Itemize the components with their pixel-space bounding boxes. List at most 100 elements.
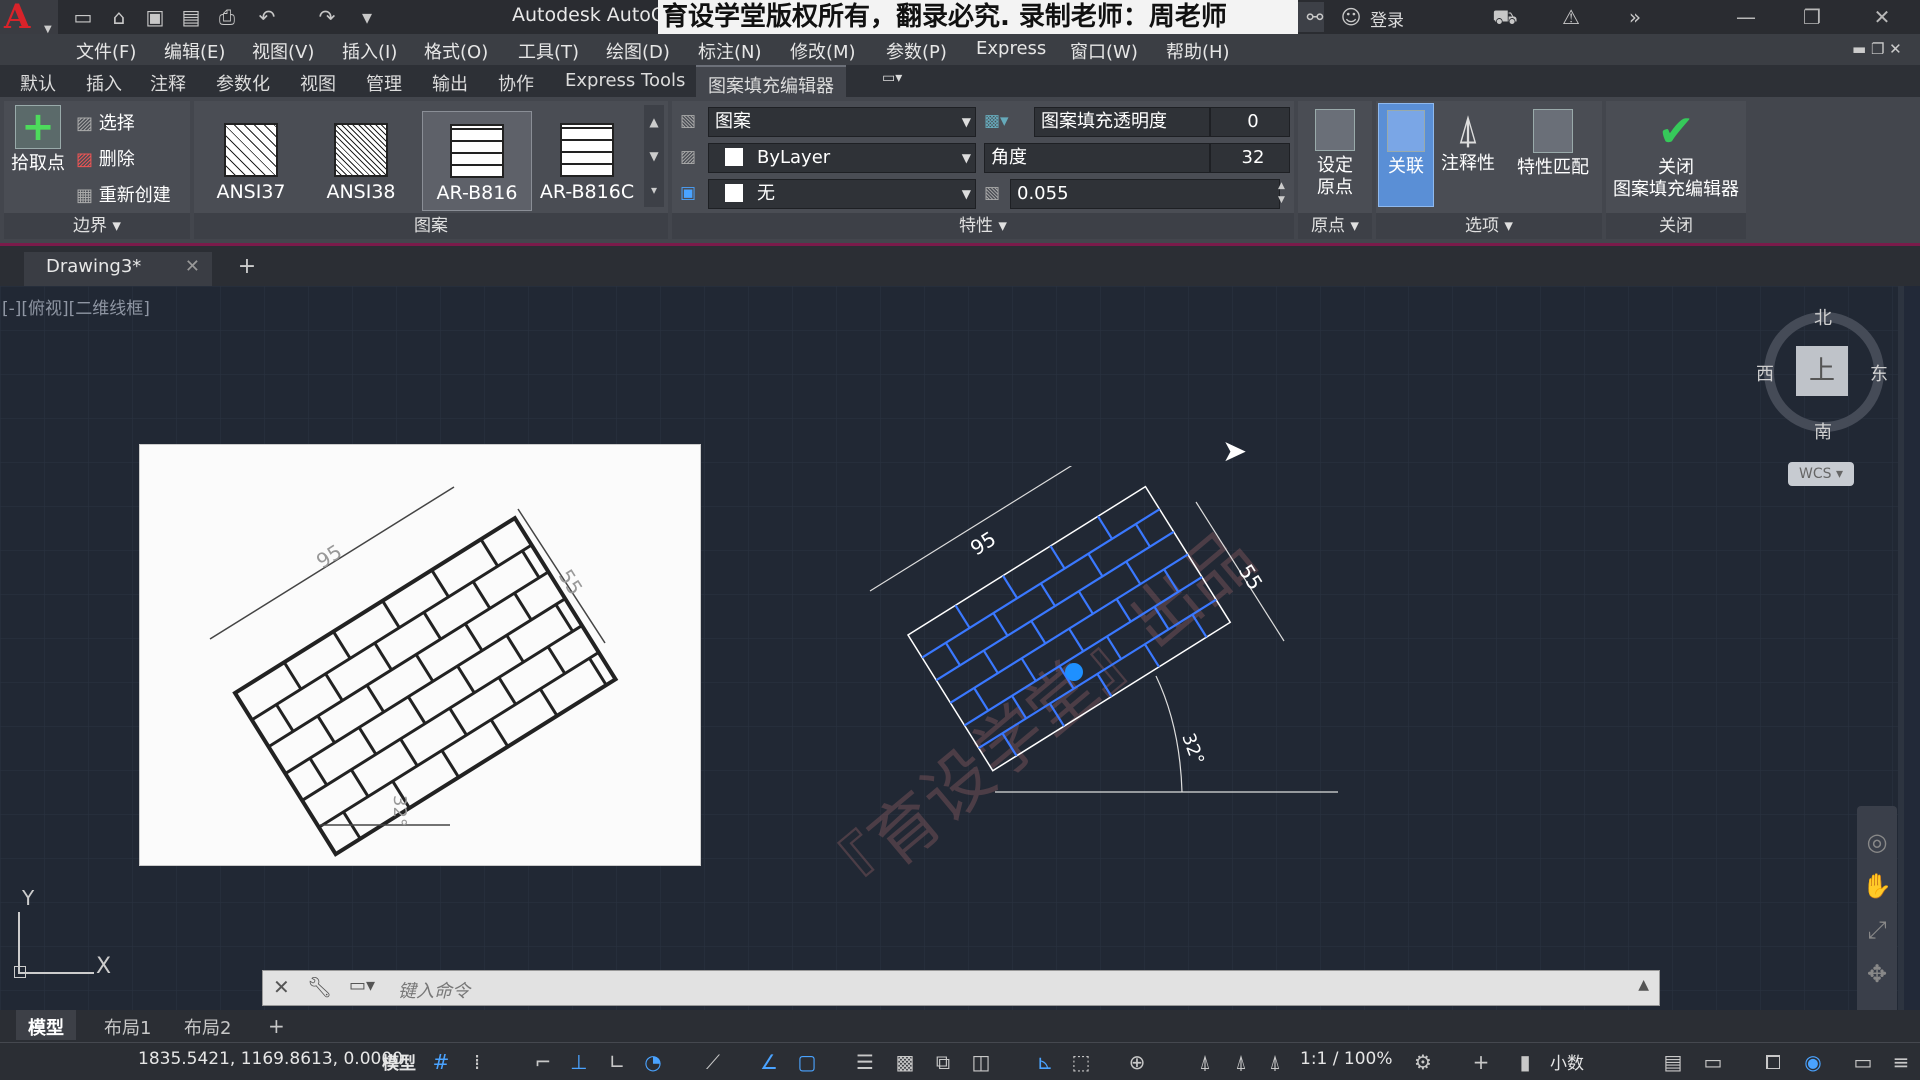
polar-icon[interactable]: ◔ — [640, 1049, 666, 1075]
selection-cycling-icon[interactable]: ⧉ — [930, 1049, 956, 1075]
associative-button[interactable]: 关联 — [1378, 103, 1434, 207]
pattern-ansi38[interactable]: ANSI38 — [306, 111, 416, 211]
login-link[interactable]: 登录 — [1370, 6, 1404, 31]
viewcube-west[interactable]: 西 — [1756, 360, 1774, 386]
menu-draw[interactable]: 绘图(D) — [606, 38, 670, 64]
annotation-visibility-icon[interactable]: ⍋ — [1192, 1049, 1218, 1075]
restore-icon[interactable]: ❐ — [1784, 0, 1840, 34]
tab-manage[interactable]: 管理 — [366, 70, 402, 96]
menu-window[interactable]: 窗口(W) — [1070, 38, 1138, 64]
pattern-ar-b816[interactable]: AR-B816 — [422, 111, 532, 211]
a360-icon[interactable]: ⚠ — [1558, 3, 1584, 31]
annotative-button[interactable]: ⍋ 注释性 — [1436, 107, 1500, 175]
new-tab-icon[interactable]: + — [232, 254, 262, 282]
wcs-menu[interactable]: WCS ▾ — [1788, 462, 1854, 486]
panel-label-boundary[interactable]: 边界 ▾ — [4, 213, 190, 239]
cart-icon[interactable]: ⛟ — [1492, 3, 1518, 31]
close-tab-icon[interactable]: ✕ — [185, 256, 200, 277]
remove-boundary-button[interactable]: ▨ 删除 — [76, 145, 135, 171]
quick-properties-icon[interactable]: ▤ — [1660, 1049, 1686, 1075]
viewcube-top[interactable]: 上 — [1796, 346, 1848, 396]
viewcube-north[interactable]: 北 — [1814, 304, 1832, 330]
transparency-value[interactable]: 0 — [1210, 107, 1290, 137]
dynamic-input-icon[interactable]: ⊥ — [566, 1049, 592, 1075]
binoculars-icon[interactable]: ⚯ — [1302, 3, 1328, 31]
menu-modify[interactable]: 修改(M) — [790, 38, 856, 64]
background-color-combo[interactable]: 无 ▼ — [708, 179, 976, 209]
panel-label-options[interactable]: 选项 ▾ — [1376, 213, 1602, 239]
tab-hatch-editor[interactable]: 图案填充编辑器 — [696, 65, 846, 97]
more-icon[interactable]: » — [1622, 3, 1648, 31]
command-prompt-icon[interactable]: ▭▾ — [349, 975, 375, 996]
menu-parametric[interactable]: 参数(P) — [886, 38, 947, 64]
wrench-icon[interactable]: 🔧︎ — [307, 975, 332, 999]
tab-annotate[interactable]: 注释 — [150, 70, 186, 96]
tab-view[interactable]: 视图 — [300, 70, 336, 96]
scale-spinner[interactable]: ▲ ▼ — [1278, 179, 1285, 207]
gizmo-icon[interactable]: ⊕ — [1124, 1049, 1150, 1075]
menu-tools[interactable]: 工具(T) — [518, 38, 579, 64]
isolate-objects-icon[interactable]: ⧠ — [1760, 1049, 1786, 1075]
vertical-scrollbar[interactable] — [1898, 286, 1904, 1010]
pattern-ar-b816c[interactable]: AR-B816C — [532, 111, 642, 211]
tab-default[interactable]: 默认 — [20, 70, 56, 96]
annotation-scale-icon[interactable]: ⍋ — [1262, 1049, 1288, 1075]
auto-scale-icon[interactable]: ⍋ — [1228, 1049, 1254, 1075]
tab-express-tools[interactable]: Express Tools — [565, 70, 685, 91]
pick-points-button[interactable]: + 拾取点 — [10, 105, 66, 175]
osnap-track-icon[interactable]: ∠ — [756, 1049, 782, 1075]
select-boundary-button[interactable]: ▨ 选择 — [76, 109, 135, 135]
menu-dimension[interactable]: 标注(N) — [698, 38, 762, 64]
close-icon[interactable]: ✕ — [1854, 0, 1910, 34]
application-menu-button[interactable]: A ▼ — [0, 0, 58, 35]
menu-edit[interactable]: 编辑(E) — [164, 38, 225, 64]
panel-label-origin[interactable]: 原点 ▾ — [1298, 213, 1372, 239]
undo-icon[interactable]: ↶ — [254, 3, 280, 31]
panel-label-properties[interactable]: 特性 ▾ — [672, 213, 1294, 239]
tab-collaborate[interactable]: 协作 — [498, 70, 534, 96]
minimize-icon[interactable]: — — [1718, 0, 1774, 34]
add-layout-icon[interactable]: + — [256, 1010, 297, 1040]
dynamic-ucs-icon[interactable]: ⊾ — [1032, 1049, 1058, 1075]
tab-output[interactable]: 输出 — [432, 70, 468, 96]
print-icon[interactable]: ⎙ — [214, 3, 240, 31]
menu-view[interactable]: 视图(V) — [252, 38, 314, 64]
layout-tab-model[interactable]: 模型 — [16, 1010, 76, 1040]
menu-help[interactable]: 帮助(H) — [1166, 38, 1230, 64]
scale-value[interactable]: 0.055 — [1010, 179, 1280, 209]
redo-icon[interactable]: ↷ — [314, 3, 340, 31]
3d-osnap-icon[interactable]: ◫ — [968, 1049, 994, 1075]
command-input[interactable]: 键入命令 — [398, 977, 470, 1003]
open-icon[interactable]: ⌂ — [106, 3, 132, 31]
lineweight-icon[interactable]: ☰ — [852, 1049, 878, 1075]
model-space-toggle[interactable]: 模型 — [382, 1049, 416, 1074]
panel-toggle-icon[interactable]: ▭▾ — [882, 70, 902, 86]
viewport-label[interactable]: [-][俯视][二维线框] — [2, 294, 150, 319]
viewcube-south[interactable]: 南 — [1814, 418, 1832, 444]
command-close-icon[interactable]: ✕ — [273, 975, 290, 999]
center-grip[interactable] — [1065, 663, 1083, 681]
viewcube-east[interactable]: 东 — [1870, 360, 1888, 386]
osnap-icon[interactable]: ▢ — [794, 1049, 820, 1075]
units-value[interactable]: 小数 — [1550, 1049, 1584, 1074]
menu-file[interactable]: 文件(F) — [76, 38, 136, 64]
recreate-boundary-button[interactable]: ▦ 重新创建 — [76, 181, 171, 207]
infer-icon[interactable]: ⌐ — [530, 1049, 556, 1075]
tab-parametric[interactable]: 参数化 — [216, 70, 270, 96]
hatch-drawing[interactable]: 95 55 32° — [860, 466, 1360, 826]
save-icon[interactable]: ▣ — [142, 3, 168, 31]
annotation-scale-value[interactable]: 1:1 / 100% — [1300, 1049, 1393, 1069]
snap-icon[interactable]: ⁞ — [464, 1049, 490, 1075]
match-properties-button[interactable]: 特性匹配 — [1508, 107, 1598, 179]
command-history-icon[interactable]: ▲ — [1638, 977, 1649, 993]
user-icon[interactable]: ☺ — [1338, 3, 1364, 31]
menu-insert[interactable]: 插入(I) — [342, 38, 397, 64]
transparency-toggle-icon[interactable]: ▩ — [892, 1049, 918, 1075]
hardware-accel-icon[interactable]: ◉ — [1800, 1049, 1826, 1075]
angle-value[interactable]: 32 — [1210, 143, 1290, 173]
menu-format[interactable]: 格式(O) — [424, 38, 488, 64]
plus-icon[interactable]: + — [1468, 1049, 1494, 1075]
hatch-color-combo[interactable]: ByLayer ▼ — [708, 143, 976, 173]
drawing-canvas[interactable]: [-][俯视][二维线框] 『育设学堂』出品 95 55 32° 95 55 3… — [0, 286, 1904, 1010]
customize-status-icon[interactable]: ≡ — [1888, 1049, 1914, 1075]
